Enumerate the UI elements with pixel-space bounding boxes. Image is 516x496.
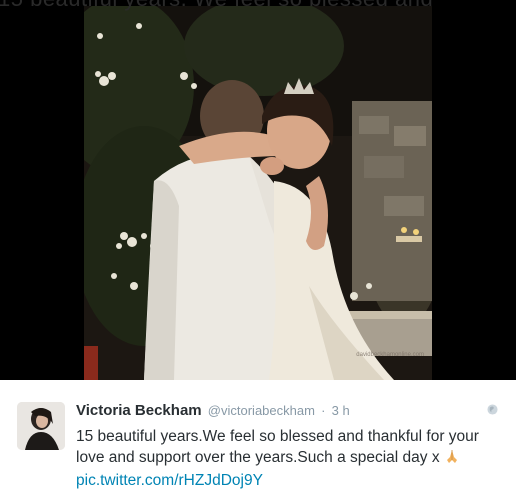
tweet-text-line-1: 15 beautiful years.We feel so blessed an… bbox=[76, 428, 479, 445]
tweet-media-container[interactable]: 15 beautiful years. We feel so blessed a… bbox=[0, 0, 516, 380]
user-handle[interactable]: @victoriabeckham bbox=[208, 403, 315, 418]
user-avatar[interactable] bbox=[17, 402, 65, 450]
tweet-text: 15 beautiful years.We feel so blessed an… bbox=[76, 426, 496, 491]
tweet-card[interactable]: Victoria Beckham @victoriabeckham · 3 h … bbox=[0, 380, 516, 496]
cropped-caption-text: 15 beautiful years. We feel so blessed a… bbox=[0, 0, 516, 12]
tweet-timestamp[interactable]: 3 h bbox=[332, 403, 350, 418]
display-name[interactable]: Victoria Beckham bbox=[76, 402, 202, 419]
tweet-header: Victoria Beckham @victoriabeckham · 3 h bbox=[76, 402, 350, 419]
tweet-media-link[interactable]: pic.twitter.com/rHZJdDoj9Y bbox=[76, 472, 263, 489]
wedding-photo[interactable]: davidbeckhamonline.com bbox=[84, 6, 432, 380]
tweet-text-line-2: love and support over the years.Such a s… bbox=[76, 449, 440, 466]
wedding-photo-illustration bbox=[84, 6, 432, 380]
user-avatar-photo-icon bbox=[17, 402, 65, 450]
photo-watermark: davidbeckhamonline.com bbox=[356, 352, 424, 358]
folded-hands-icon bbox=[444, 448, 460, 470]
meta-separator: · bbox=[321, 403, 326, 418]
globe-icon bbox=[487, 404, 498, 415]
